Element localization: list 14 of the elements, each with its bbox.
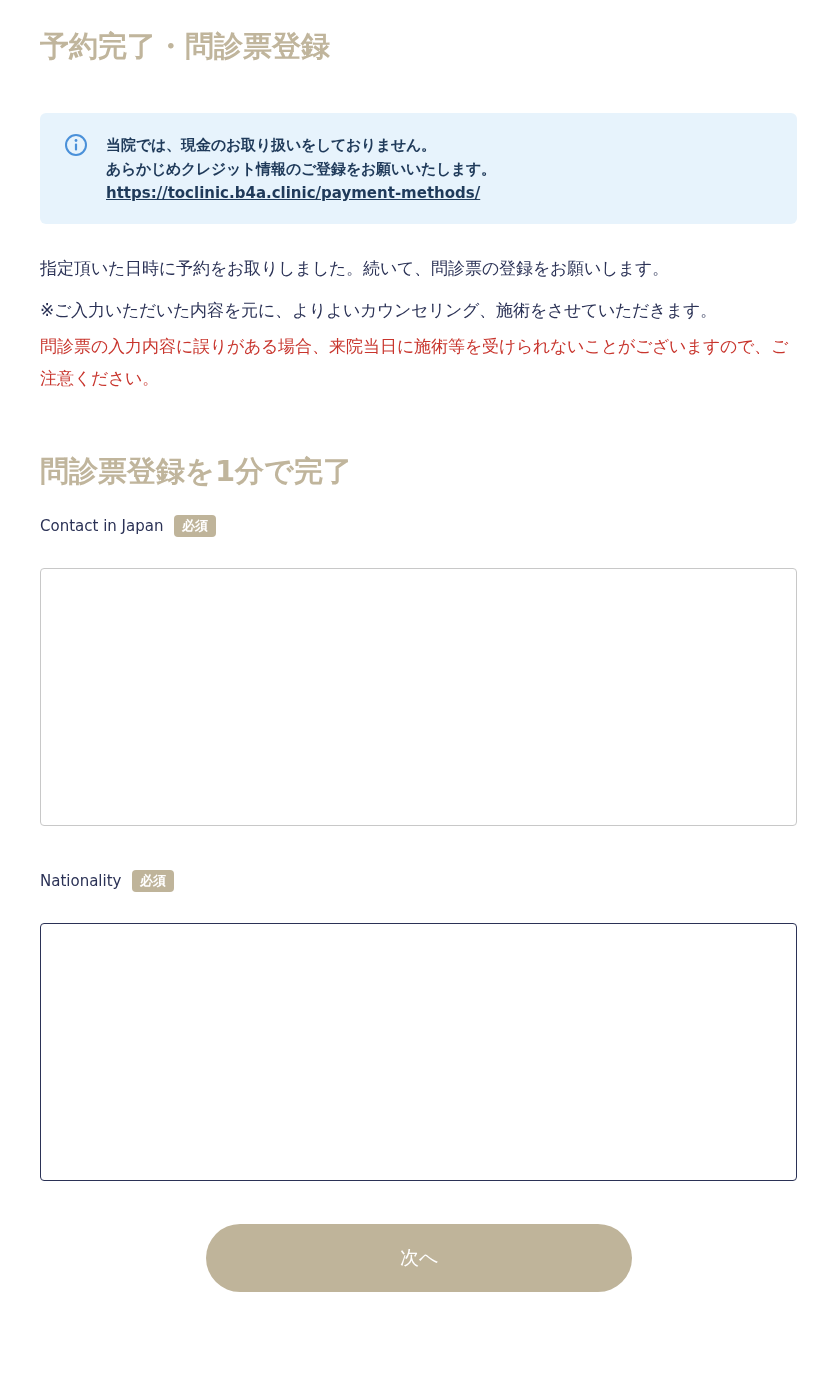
- page-title: 予約完了・問診票登録: [40, 28, 331, 65]
- info-text: ※ご入力いただいた内容を元に、よりよいカウンセリング、施術をさせていただきます。: [40, 299, 719, 322]
- notice-text: あらかじめクレジット情報のご登録をお願いいたします。: [106, 159, 496, 180]
- section-title: 問診票登録を1分で完了: [40, 453, 354, 490]
- notice-text: 当院では、現金のお取り扱いをしておりません。: [106, 135, 437, 156]
- warning-text: 問診票の入力内容に誤りがある場合、来院当日に施術等を受けられないことがございますので、ご注意ください。: [40, 335, 789, 390]
- required-badge: 必須: [132, 870, 175, 892]
- info-text: 指定頂いた日時に予約をお取りしました。続いて、問診票の登録をお願いします。: [40, 257, 670, 280]
- text-area[interactable]: [40, 923, 797, 1181]
- payment-link[interactable]: https://toclinic.b4a.clinic/payment-methods/: [106, 181, 496, 205]
- field-label: Contact in Japan: [40, 517, 164, 535]
- info-icon: [64, 133, 88, 157]
- required-badge: 必須: [174, 515, 217, 537]
- field-label: Nationality: [40, 872, 122, 890]
